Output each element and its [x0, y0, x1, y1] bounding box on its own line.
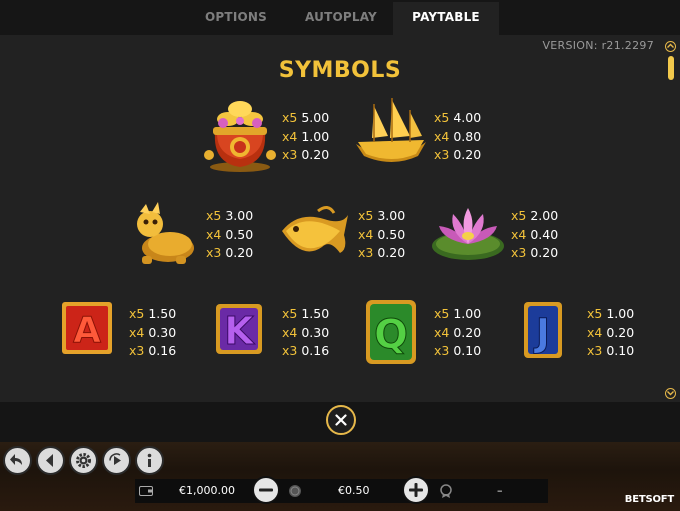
- win-value: –: [497, 484, 503, 497]
- letter-a-payouts: x5 1.50 x4 0.30 x3 0.16: [129, 306, 177, 358]
- status-bar: €1,000.00 €0.50 –: [135, 479, 548, 503]
- letter-k-payouts: x5 1.50 x4 0.30 x3 0.16: [282, 306, 330, 358]
- version-label: VERSION: r21.2297: [542, 39, 654, 52]
- dragon-turtle-payouts: x5 3.00 x4 0.50 x3 0.20: [206, 208, 254, 260]
- minus-icon: [259, 488, 273, 492]
- letter-q-symbol: Q: [364, 298, 418, 368]
- golden-fish-symbol: [278, 205, 352, 263]
- dragon-turtle-symbol: [128, 202, 198, 268]
- sound-button[interactable]: [36, 446, 65, 475]
- letter-j-payouts: x5 1.00 x4 0.20 x3 0.10: [587, 306, 635, 358]
- golden-ship-payouts: x5 4.00 x4 0.80 x3 0.20: [434, 110, 482, 162]
- letter-q-payouts: x5 1.00 x4 0.20 x3 0.10: [434, 306, 482, 358]
- autoplay-button[interactable]: [102, 446, 131, 475]
- scroll-down-icon: [667, 391, 674, 396]
- tab-options[interactable]: OPTIONS: [186, 2, 286, 35]
- plus-icon: [409, 483, 423, 497]
- wallet-icon: [139, 486, 153, 496]
- treasure-pot-symbol: [203, 93, 277, 173]
- golden-fish-payouts: x5 3.00 x4 0.50 x3 0.20: [358, 208, 406, 260]
- lotus-flower-payouts: x5 2.00 x4 0.40 x3 0.20: [511, 208, 559, 260]
- increase-bet-button[interactable]: [402, 476, 430, 504]
- treasure-pot-payouts: x5 5.00 x4 1.00 x3 0.20: [282, 110, 330, 162]
- info-icon: [147, 453, 152, 467]
- letter-a-symbol: A: [60, 300, 114, 358]
- scroll-up-icon: [667, 43, 674, 48]
- letter-k-symbol: K: [212, 300, 266, 358]
- scrollbar-thumb[interactable]: [668, 56, 674, 80]
- back-button[interactable]: [3, 446, 32, 475]
- letter-j-symbol: J: [520, 300, 566, 362]
- sound-icon: [46, 454, 53, 467]
- close-icon: [335, 414, 347, 426]
- brand-logo: BETSOFT: [624, 494, 674, 505]
- svg-text:J: J: [533, 311, 550, 355]
- tab-autoplay[interactable]: AUTOPLAY: [291, 2, 391, 35]
- back-icon: [10, 454, 22, 465]
- scroll-down-button[interactable]: [665, 388, 676, 399]
- golden-ship-symbol: [352, 98, 430, 170]
- win-icon: [440, 484, 452, 498]
- tab-bar: OPTIONS AUTOPLAY PAYTABLE: [0, 0, 680, 35]
- svg-text:A: A: [73, 310, 101, 351]
- close-button[interactable]: [326, 405, 356, 435]
- settings-button[interactable]: [69, 446, 98, 475]
- tab-paytable[interactable]: PAYTABLE: [393, 2, 499, 35]
- gear-icon: [76, 453, 91, 468]
- section-title: SYMBOLS: [278, 58, 402, 83]
- decrease-bet-button[interactable]: [252, 476, 280, 504]
- info-button[interactable]: [135, 446, 164, 475]
- svg-text:Q: Q: [374, 312, 408, 358]
- autoplay-icon: [109, 453, 121, 465]
- scroll-up-button[interactable]: [665, 41, 676, 52]
- balance-value: €1,000.00: [179, 484, 235, 497]
- lotus-flower-symbol: [429, 204, 507, 264]
- bet-value: €0.50: [338, 484, 370, 497]
- svg-text:K: K: [224, 309, 255, 353]
- coins-icon: [289, 485, 301, 497]
